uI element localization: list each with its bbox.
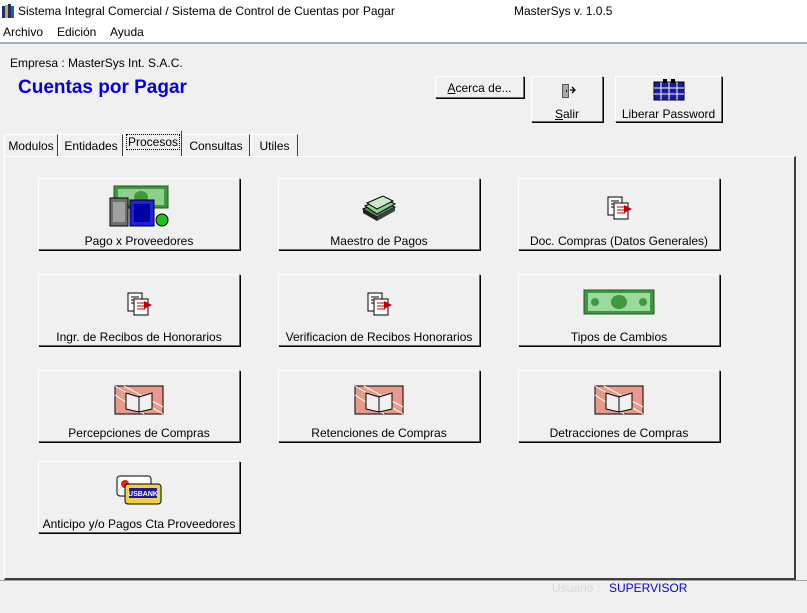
doc-compras-label: Doc. Compras (Datos Generales) [529,234,709,248]
tab-modulos-label: Modulos [8,139,54,153]
tab-procesos-label: Procesos [125,134,181,150]
menu-archivo[interactable]: Archivo [3,25,43,39]
tab-consultas[interactable]: Consultas [182,134,250,156]
banknote-icon [583,289,655,315]
documents-icon [127,292,152,316]
money-stack-icon [361,195,397,221]
ledger-book-icon [354,385,404,415]
tab-entidades[interactable]: Entidades [59,134,123,156]
pago-proveedores-button[interactable]: Pago x Proveedores [38,178,240,250]
detracciones-compras-button[interactable]: Detracciones de Compras [518,370,720,442]
tab-procesos[interactable]: Procesos [124,130,182,156]
user-value: SUPERVISOR [609,581,688,595]
anticipo-pagos-label: Anticipo y/o Pagos Cta Proveedores [42,517,236,531]
app-books-icon [2,4,14,18]
about-button-label: Acerca de... [447,81,512,95]
percepciones-compras-label: Percepciones de Compras [68,426,210,440]
menu-bar: Archivo Edición Ayuda [0,22,807,42]
about-button[interactable]: Acerca de... [435,76,524,98]
ledger-book-icon [114,385,164,415]
maestro-pagos-label: Maestro de Pagos [330,234,428,248]
exit-door-icon [562,84,576,98]
window-version: MasterSys v. 1.0.5 [514,4,613,18]
tab-utiles[interactable]: Utiles [251,134,298,156]
password-grid-icon [653,79,685,101]
tab-utiles-label: Utiles [259,139,290,153]
retenciones-compras-label: Retenciones de Compras [311,426,447,440]
menu-separator [0,42,807,44]
user-label: Usuario : [552,581,601,595]
title-bar: Sistema Integral Comercial / Sistema de … [0,0,807,22]
menu-edicion[interactable]: Edición [57,25,96,39]
verificacion-recibos-label: Verificacion de Recibos Honorarios [285,330,473,344]
verificacion-recibos-button[interactable]: Verificacion de Recibos Honorarios [278,274,480,346]
documents-icon [367,292,392,316]
exit-button-label: Salir [554,107,580,121]
release-password-button[interactable]: Liberar Password [615,76,722,122]
menu-ayuda[interactable]: Ayuda [110,25,144,39]
ingr-recibos-honorarios-button[interactable]: Ingr. de Recibos de Honorarios [38,274,240,346]
page-title: Cuentas por Pagar [18,77,187,98]
release-password-label: Liberar Password [621,107,716,121]
pago-proveedores-label: Pago x Proveedores [84,234,194,248]
ledger-book-icon [594,385,644,415]
ingr-recibos-honorarios-label: Ingr. de Recibos de Honorarios [56,330,222,344]
window-title: Sistema Integral Comercial / Sistema de … [18,4,395,18]
svg-text:USBANK: USBANK [128,491,158,498]
tab-modulos[interactable]: Modulos [4,134,58,156]
retenciones-compras-button[interactable]: Retenciones de Compras [278,370,480,442]
anticipo-pagos-button[interactable]: USBANK Anticipo y/o Pagos Cta Proveedore… [38,461,240,533]
tab-consultas-label: Consultas [189,139,243,153]
percepciones-compras-button[interactable]: Percepciones de Compras [38,370,240,442]
bank-cards-icon: USBANK [116,475,162,505]
detracciones-compras-label: Detracciones de Compras [549,426,689,440]
tab-entidades-label: Entidades [64,139,118,153]
maestro-pagos-button[interactable]: Maestro de Pagos [278,178,480,250]
cash-phone-icon [109,185,169,227]
doc-compras-button[interactable]: Doc. Compras (Datos Generales) [518,178,720,250]
company-label: Empresa : MasterSys Int. S.A.C. [10,56,183,70]
documents-icon [607,196,632,220]
exit-button[interactable]: Salir [531,76,603,122]
tipos-cambios-button[interactable]: Tipos de Cambios [518,274,720,346]
tipos-cambios-label: Tipos de Cambios [570,330,668,344]
